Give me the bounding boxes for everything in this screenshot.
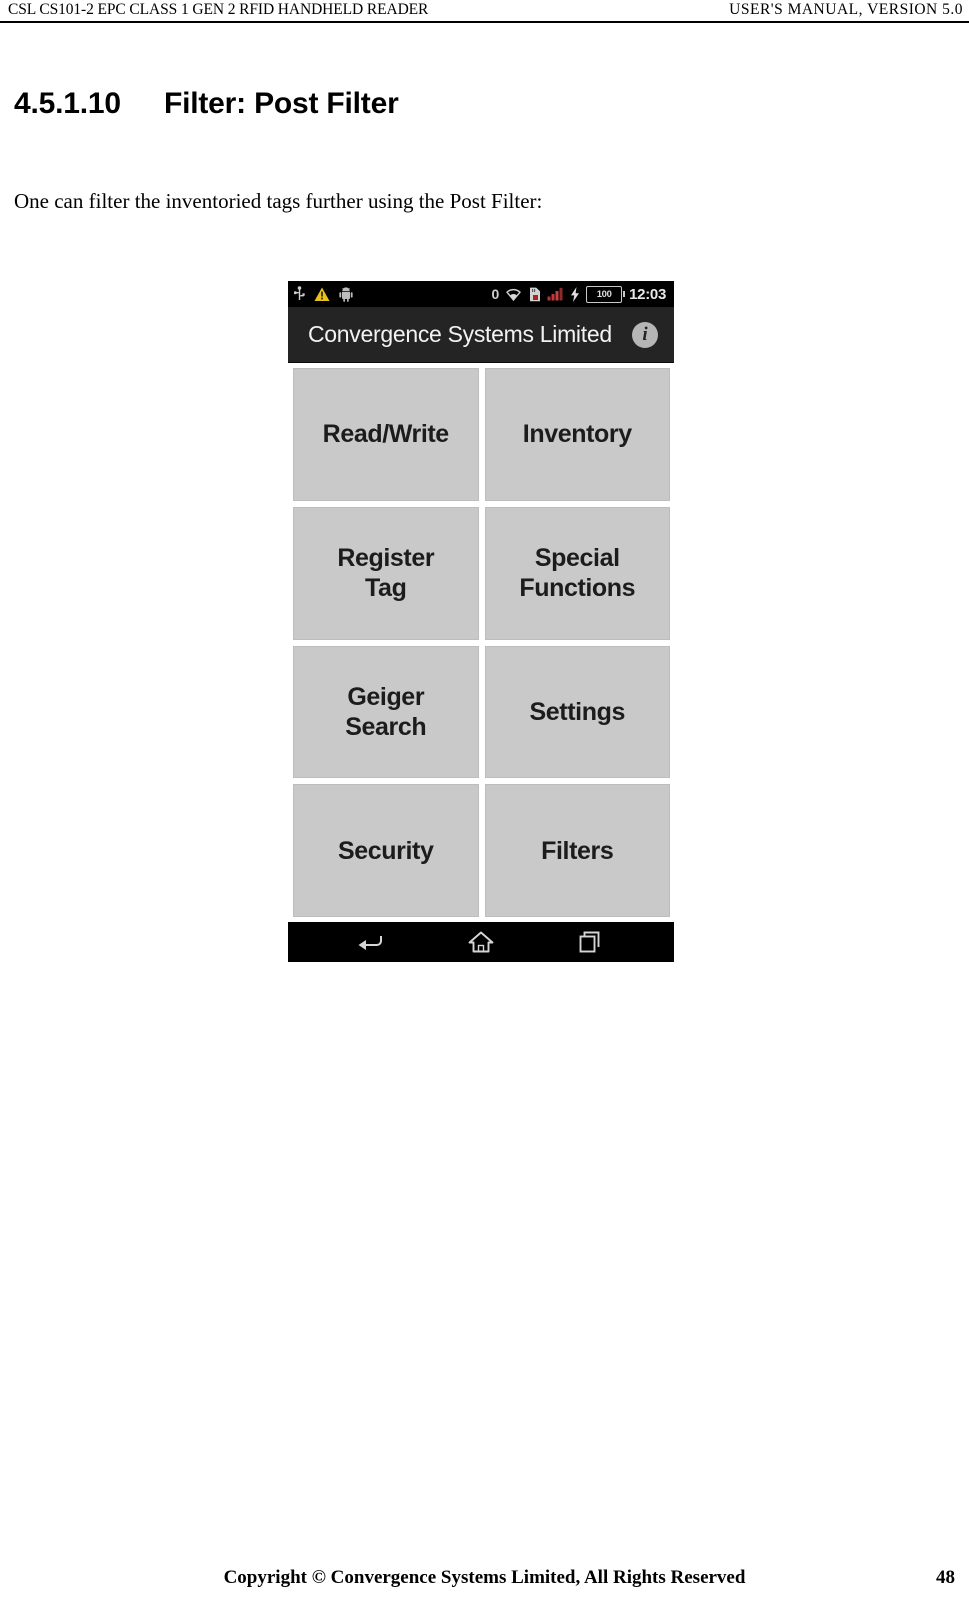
menu-button-filters[interactable]: Filters bbox=[484, 784, 670, 917]
section-heading: 4.5.1.10 Filter: Post Filter bbox=[0, 24, 969, 122]
warning-triangle-icon bbox=[314, 287, 330, 302]
battery-level-text: 100 bbox=[596, 288, 612, 300]
charging-bolt-icon bbox=[570, 286, 580, 302]
phone-screenshot-figure: 0 100 12:03 Convergence Systems Limited … bbox=[288, 281, 674, 962]
page-footer: Copyright © Convergence Systems Limited,… bbox=[0, 1564, 969, 1592]
recent-apps-icon[interactable] bbox=[569, 927, 613, 957]
status-bar-right-icons: 0 100 12:03 bbox=[491, 285, 666, 303]
wifi-icon bbox=[505, 287, 522, 302]
signal-bars-icon bbox=[547, 287, 564, 301]
notification-count: 0 bbox=[491, 286, 500, 302]
status-bar-clock: 12:03 bbox=[629, 285, 666, 303]
home-icon[interactable] bbox=[459, 927, 503, 957]
back-icon[interactable] bbox=[349, 927, 393, 957]
menu-button-security[interactable]: Security bbox=[293, 784, 479, 917]
status-bar-left-icons bbox=[293, 286, 353, 302]
battery-icon: 100 bbox=[586, 285, 626, 303]
menu-button-read-write[interactable]: Read/Write bbox=[293, 368, 479, 501]
section-number: 4.5.1.10 bbox=[14, 87, 121, 120]
intro-paragraph: One can filter the inventoried tags furt… bbox=[14, 189, 543, 213]
app-title: Convergence Systems Limited bbox=[308, 321, 612, 347]
sdcard-icon bbox=[528, 287, 541, 302]
footer-page-number: 48 bbox=[936, 1567, 955, 1588]
document-body: 4.5.1.10 Filter: Post Filter One can filt… bbox=[0, 24, 969, 214]
section-title: Filter: Post Filter bbox=[164, 87, 399, 120]
status-bar: 0 100 12:03 bbox=[288, 281, 674, 307]
android-device-screen: 0 100 12:03 Convergence Systems Limited … bbox=[288, 281, 674, 962]
footer-copyright: Copyright © Convergence Systems Limited,… bbox=[223, 1567, 746, 1588]
header-left-text: CSL CS101-2 EPC CLASS 1 GEN 2 RFID HANDH… bbox=[8, 1, 429, 18]
page-running-header: CSL CS101-2 EPC CLASS 1 GEN 2 RFID HANDH… bbox=[0, 0, 969, 22]
menu-button-geiger-search[interactable]: Geiger Search bbox=[293, 645, 479, 779]
header-right-text: USER'S MANUAL, VERSION 5.0 bbox=[729, 1, 963, 18]
menu-button-register-tag[interactable]: Register Tag bbox=[293, 506, 479, 640]
header-divider-rule bbox=[0, 21, 969, 23]
menu-button-settings[interactable]: Settings bbox=[484, 645, 670, 779]
android-navigation-bar bbox=[288, 922, 674, 962]
info-icon[interactable]: i bbox=[632, 321, 658, 348]
usb-icon bbox=[293, 286, 305, 302]
main-menu-grid: Read/Write Inventory Register Tag Specia… bbox=[288, 363, 674, 922]
menu-button-inventory[interactable]: Inventory bbox=[484, 368, 670, 501]
menu-button-special-functions[interactable]: Special Functions bbox=[484, 506, 670, 640]
app-action-bar: Convergence Systems Limited i bbox=[288, 307, 674, 363]
android-robot-icon bbox=[339, 286, 353, 302]
